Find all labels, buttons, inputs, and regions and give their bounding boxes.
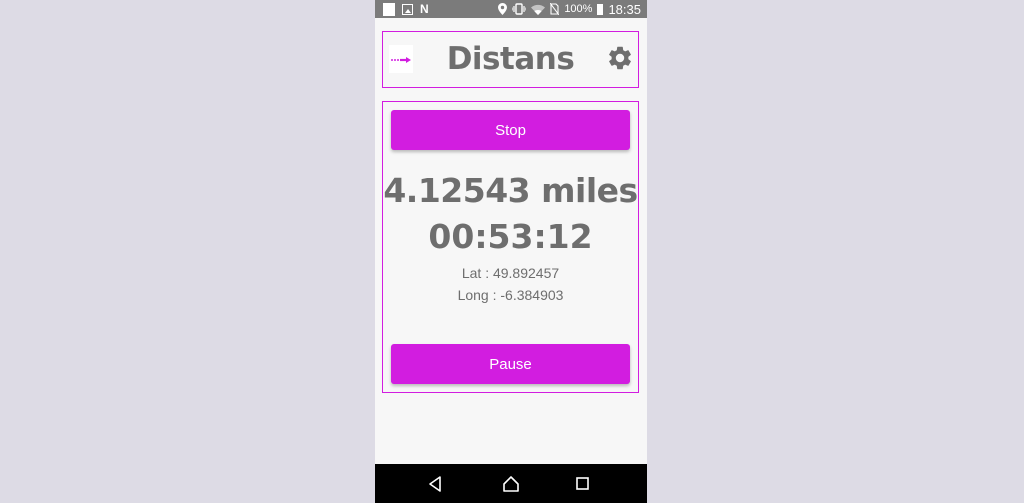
- system-nav-bar: [375, 464, 647, 503]
- battery-percent: 100%: [564, 3, 593, 15]
- latitude-readout: Lat : 49.892457: [461, 265, 560, 281]
- phone-screen: N 100% 18:35 Distans Stop 4.12543 miles: [375, 0, 647, 503]
- notification-square-icon: [383, 2, 395, 16]
- battery-icon: [597, 3, 604, 15]
- elapsed-time-readout: 00:53:12: [428, 217, 593, 256]
- recents-icon[interactable]: [573, 474, 593, 494]
- no-sim-icon: [550, 3, 560, 15]
- app-title: Distans: [446, 41, 575, 77]
- distance-readout: 4.12543 miles: [383, 171, 638, 210]
- image-icon: [402, 3, 413, 15]
- vibrate-icon: [512, 3, 527, 15]
- stop-button[interactable]: Stop: [391, 110, 630, 150]
- app-header: Distans: [382, 31, 639, 88]
- gear-icon[interactable]: [606, 44, 634, 72]
- tracker-panel: Stop 4.12543 miles 00:53:12 Lat : 49.892…: [382, 101, 639, 393]
- location-icon: [498, 3, 508, 15]
- pause-button[interactable]: Pause: [391, 344, 630, 384]
- status-bar: N 100% 18:35: [375, 0, 647, 18]
- n-app-icon: N: [420, 2, 429, 16]
- back-icon[interactable]: [425, 474, 445, 494]
- longitude-readout: Long : -6.384903: [457, 287, 564, 303]
- home-icon[interactable]: [501, 474, 521, 494]
- wifi-icon: [531, 4, 546, 15]
- clock: 18:35: [608, 1, 641, 17]
